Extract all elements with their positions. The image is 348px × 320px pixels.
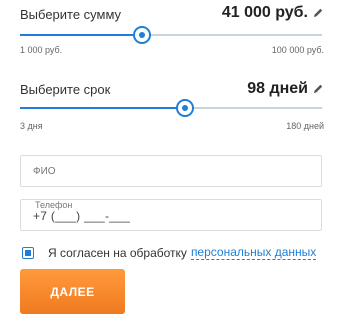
amount-min-label: 1 000 руб.: [20, 45, 63, 55]
term-value-text: 98 дней: [247, 80, 308, 97]
amount-max-label: 100 000 руб.: [271, 45, 324, 55]
name-field[interactable]: ФИО: [20, 155, 322, 187]
consent-checkbox[interactable]: [22, 246, 34, 259]
term-slider-thumb[interactable]: [176, 99, 195, 117]
personal-data-link[interactable]: персональных данных: [190, 245, 317, 260]
term-slider-track[interactable]: [20, 107, 322, 109]
term-slider-fill: [20, 107, 186, 109]
phone-input[interactable]: +7 (___) ___-___: [33, 209, 130, 223]
next-button[interactable]: ДАЛЕЕ: [20, 269, 125, 314]
term-min-label: 3 дня: [20, 121, 43, 131]
term-value[interactable]: 98 дней: [247, 80, 324, 98]
term-max-label: 180 дней: [286, 121, 324, 131]
consent-row: Я согласен на обработку персональных дан…: [22, 245, 317, 260]
amount-slider-track[interactable]: [20, 34, 322, 36]
amount-value-text: 41 000 руб.: [221, 4, 308, 21]
term-label: Выберите срок: [20, 82, 111, 97]
amount-label: Выберите сумму: [20, 7, 122, 22]
consent-text: Я согласен на обработку: [48, 245, 187, 260]
phone-field[interactable]: Телефон +7 (___) ___-___: [20, 199, 322, 231]
amount-value[interactable]: 41 000 руб.: [222, 4, 324, 22]
amount-slider-fill: [20, 34, 142, 36]
amount-slider-thumb[interactable]: [133, 26, 151, 44]
pencil-icon[interactable]: [312, 7, 324, 19]
name-placeholder: ФИО: [33, 166, 56, 177]
pencil-icon[interactable]: [312, 83, 324, 95]
